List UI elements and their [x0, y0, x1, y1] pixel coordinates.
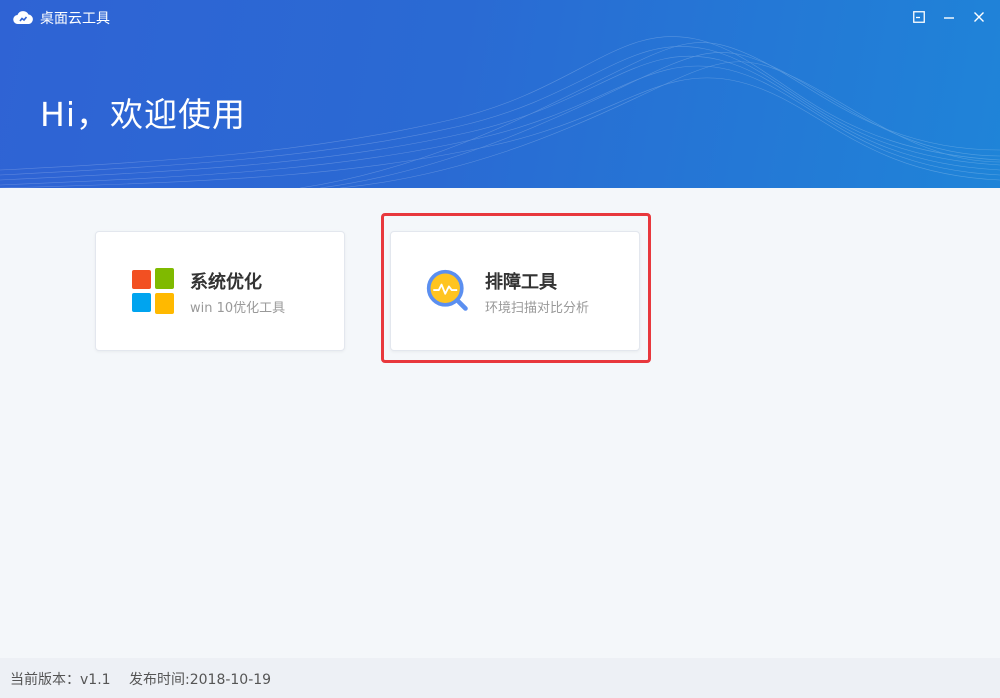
card-subtitle: 环境扫描对比分析 — [485, 301, 590, 316]
restore-icon[interactable] — [908, 7, 930, 27]
version-label: 当前版本：v1.1 — [10, 672, 111, 688]
magnifier-chart-icon — [426, 269, 468, 311]
header-banner: 桌面云工具 Hi，欢迎使用 — [0, 0, 1000, 188]
card-subtitle: win 10优化工具 — [190, 301, 286, 316]
card-title: 系统优化 — [190, 272, 262, 293]
app-title-bar: 桌面云工具 — [12, 8, 110, 28]
troubleshoot-card[interactable]: 排障工具 环境扫描对比分析 — [390, 231, 640, 351]
welcome-heading: Hi，欢迎使用 — [40, 95, 246, 134]
main-content: 系统优化 win 10优化工具 排障工具 环境扫描对比分析 — [0, 188, 1000, 658]
windows-logo-icon — [132, 268, 174, 314]
window-controls — [908, 7, 990, 27]
app-title: 桌面云工具 — [40, 11, 110, 27]
minimize-icon[interactable] — [938, 7, 960, 27]
close-icon[interactable] — [968, 7, 990, 27]
card-title: 排障工具 — [485, 272, 557, 293]
release-date-label: 发布时间:2018-10-19 — [129, 672, 272, 688]
status-bar: 当前版本：v1.1 发布时间:2018-10-19 — [0, 658, 1000, 698]
system-optimize-card[interactable]: 系统优化 win 10优化工具 — [95, 231, 345, 351]
cloud-logo-icon — [13, 11, 33, 25]
